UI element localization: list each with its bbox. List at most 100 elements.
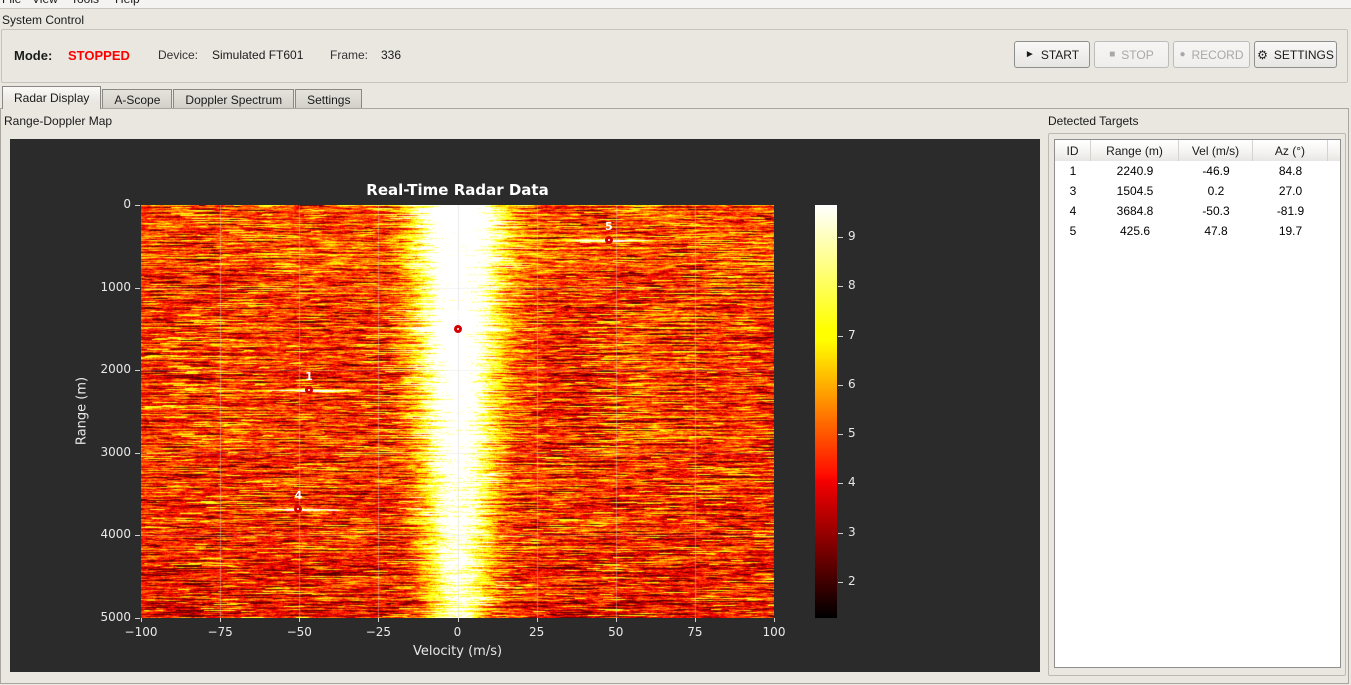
colorbar-tick <box>838 532 843 534</box>
frame-label: Frame: <box>330 48 369 62</box>
target-row[interactable]: 1 2240.9 -46.9 84.8 <box>1055 161 1340 181</box>
x-tick-label: 50 <box>608 625 624 639</box>
menu-file[interactable]: File <box>2 0 21 6</box>
x-tick <box>694 618 696 622</box>
x-tick-label: 75 <box>687 625 703 639</box>
plot-title: Real-Time Radar Data <box>366 181 549 199</box>
range-doppler-group-label: Range-Doppler Map <box>4 114 113 128</box>
column-header-3[interactable]: Az (°) <box>1253 140 1328 161</box>
colorbar-tick-label: 3 <box>848 524 856 539</box>
target-marker <box>305 386 314 395</box>
tab-settings[interactable]: Settings <box>295 89 363 109</box>
x-tick-label: −100 <box>124 625 158 639</box>
record-button[interactable]: ● RECORD <box>1173 41 1250 68</box>
target-marker-label: 4 <box>294 489 303 503</box>
menu-view[interactable]: View <box>32 0 58 6</box>
stop-button-label: STOP <box>1121 47 1154 62</box>
target-cell: -46.9 <box>1202 164 1230 178</box>
target-cell: 2240.9 <box>1116 164 1154 178</box>
y-tick <box>135 370 140 372</box>
colorbar-tick-label: 7 <box>848 327 856 342</box>
mode-label: Mode: <box>14 48 53 63</box>
x-tick <box>774 618 775 622</box>
mode-value: STOPPED <box>68 48 130 63</box>
x-axis-label: Velocity (m/s) <box>412 644 503 659</box>
settings-button[interactable]: ⚙ SETTINGS <box>1254 41 1337 68</box>
target-row[interactable]: 3 1504.5 0.2 27.0 <box>1055 181 1340 201</box>
x-tick-label: 0 <box>453 625 462 639</box>
colorbar-tick <box>838 384 843 386</box>
x-tick <box>457 618 459 622</box>
system-control-group-label: System Control <box>2 13 85 27</box>
y-tick <box>135 452 140 454</box>
y-tick <box>135 535 140 537</box>
tab-doppler-spectrum[interactable]: Doppler Spectrum <box>173 89 295 109</box>
device-value: Simulated FT601 <box>212 48 304 62</box>
y-tick-label: 5000 <box>100 610 131 624</box>
column-header-1[interactable]: Range (m) <box>1091 140 1179 161</box>
target-cell: 84.8 <box>1278 164 1303 178</box>
tab-bar: Radar Display A-Scope Doppler Spectrum S… <box>2 86 363 109</box>
stop-button[interactable]: ■ STOP <box>1094 41 1169 68</box>
detected-targets-group-label: Detected Targets <box>1048 114 1139 128</box>
x-tick-label: −25 <box>365 625 392 639</box>
y-tick <box>135 287 140 289</box>
x-tick <box>220 618 222 622</box>
x-tick <box>299 618 301 622</box>
colorbar-tick-label: 6 <box>848 376 856 391</box>
column-header-0[interactable]: ID <box>1055 140 1091 161</box>
target-cell: 4 <box>1069 204 1077 218</box>
detected-targets-list: ID Range (m) Vel (m/s) Az (°) 1 2240.9 -46.9 8… <box>1054 139 1341 668</box>
target-cell: -81.9 <box>1276 204 1305 218</box>
y-tick <box>135 205 140 206</box>
frame-value: 336 <box>381 48 402 62</box>
colorbar-tick <box>838 434 843 436</box>
target-row[interactable]: 4 3684.8 -50.3 -81.9 <box>1055 201 1340 221</box>
start-button-label: START <box>1040 47 1080 62</box>
y-tick-label: 2000 <box>100 362 131 377</box>
colorbar-tick <box>838 286 843 288</box>
colorbar-tick <box>838 237 843 239</box>
x-tick-label: −75 <box>207 625 233 639</box>
target-marker-label: 5 <box>604 220 613 234</box>
menu-bar: File View Tools Help <box>0 0 1351 9</box>
y-tick-label: 4000 <box>100 527 131 542</box>
tab-radar-display[interactable]: Radar Display <box>2 86 102 109</box>
menu-help[interactable]: Help <box>115 0 140 6</box>
record-icon: ● <box>1179 48 1186 60</box>
x-tick <box>615 618 617 622</box>
x-tick <box>536 618 538 622</box>
settings-button-label: SETTINGS <box>1273 47 1334 62</box>
target-marker <box>604 236 613 245</box>
stop-icon: ■ <box>1109 48 1116 60</box>
column-header-2[interactable]: Vel (m/s) <box>1179 140 1253 161</box>
colorbar-tick <box>838 335 843 337</box>
y-tick-label: 3000 <box>100 444 131 459</box>
record-button-label: RECORD <box>1191 47 1244 62</box>
radar-app-window: File View Tools Help System Control Mode… <box>0 0 1351 685</box>
colorbar-tick-label: 4 <box>848 475 856 490</box>
target-cell: 47.8 <box>1204 224 1228 238</box>
x-tick-label: −50 <box>286 625 312 639</box>
target-cell: 1 <box>1069 164 1077 178</box>
target-cell: 3 <box>1069 184 1077 198</box>
detected-targets-body: 1 2240.9 -46.9 84.8 3 1504.5 0.2 27.0 4 3684.8 -50… <box>1055 161 1340 241</box>
colorbar-tick-label: 2 <box>848 574 856 589</box>
start-button[interactable]: ► START <box>1014 41 1090 68</box>
target-cell: 5 <box>1069 224 1077 238</box>
y-axis-label: Range (m) <box>74 376 90 446</box>
target-row[interactable]: 5 425.6 47.8 19.7 <box>1055 221 1340 241</box>
x-tick-label: 100 <box>762 625 786 639</box>
tab-a-scope[interactable]: A-Scope <box>102 89 173 109</box>
target-cell: 425.6 <box>1119 224 1151 238</box>
target-marker <box>454 325 463 334</box>
target-cell: 0.2 <box>1207 184 1225 198</box>
target-marker-label: 3 <box>454 309 462 323</box>
menu-tools[interactable]: Tools <box>71 0 99 6</box>
play-icon: ► <box>1024 48 1035 60</box>
colorbar-tick-label: 8 <box>848 278 856 293</box>
y-tick-label: 0 <box>123 197 131 211</box>
colorbar <box>815 205 837 618</box>
x-tick <box>141 618 142 622</box>
target-marker <box>294 505 303 514</box>
